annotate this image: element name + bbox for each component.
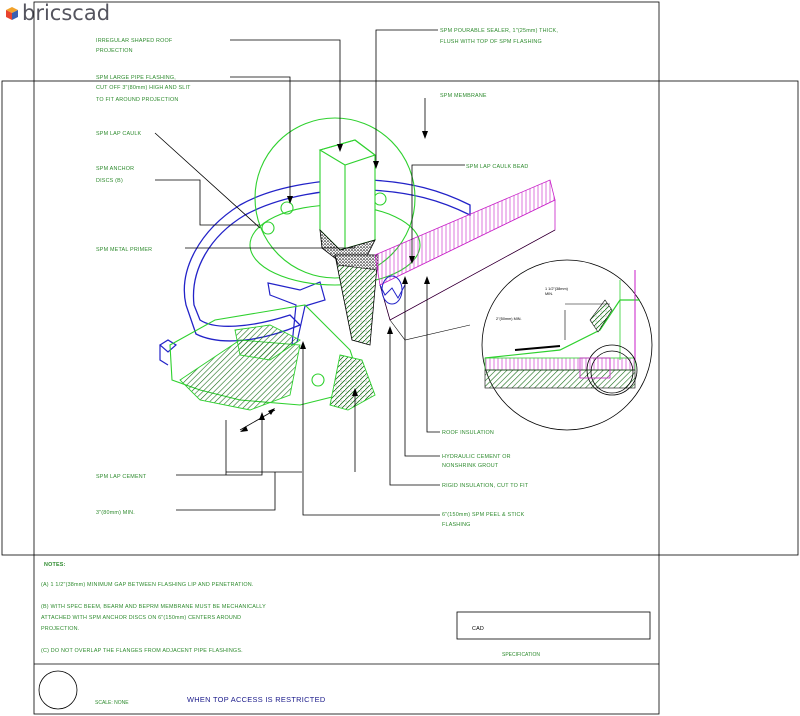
callout-c2-l1: SPM LARGE PIPE FLASHING,: [96, 75, 176, 81]
note-b-line-3: PROJECTION.: [41, 626, 79, 632]
note-b-line-1: (B) WITH SPEC BEEM, BEARM AND BEPRM MEMB…: [41, 604, 266, 610]
callout-c1-l2: PROJECTION: [96, 48, 133, 54]
callout-c13: RIGID INSULATION, CUT TO FIT: [442, 483, 529, 489]
specification-label: SPECIFICATION: [502, 652, 540, 658]
note-b-line-2: ATTACHED WITH SPM ANCHOR DISCS ON 6"(150…: [41, 615, 241, 621]
note-c: (C) DO NOT OVERLAP THE FLANGES FROM ADJA…: [41, 648, 243, 654]
bricscad-cube-icon: [6, 7, 18, 20]
callout-c10: SPM LAP CAULK BEAD: [466, 164, 529, 170]
callout-c9: SPM MEMBRANE: [440, 93, 487, 99]
callout-c5: SPM METAL PRIMER: [96, 247, 152, 253]
callout-c7: 3"(80mm) MIN.: [96, 510, 135, 516]
drawing-title: WHEN TOP ACCESS IS RESTRICTED: [187, 695, 325, 704]
callout-c1-l1: IRREGULAR SHAPED ROOF: [96, 38, 173, 44]
scale-label: SCALE: NONE: [95, 700, 129, 706]
callout-c14-l2: FLASHING: [442, 522, 471, 528]
callout-c4-l1: SPM ANCHOR: [96, 166, 134, 172]
title-block: SCALE: NONE WHEN TOP ACCESS IS RESTRICTE…: [38, 611, 651, 710]
flashing-detail-drawing: 1 1/2"(38mm) MIN. 2"(50mm) MIN. IRREGULA…: [96, 28, 653, 528]
detail-magnifier: 1 1/2"(38mm) MIN. 2"(50mm) MIN.: [481, 259, 653, 431]
drawing-canvas: bricscad SCALE: NONE WHEN TOP ACCESS IS …: [1, 1, 799, 715]
note-a: (A) 1 1/2"(38mm) MINIMUM GAP BETWEEN FLA…: [41, 582, 254, 588]
callout-c14-l1: 6"(150mm) SPM PEEL & STICK: [442, 512, 525, 518]
detail-dim-a-1: 1 1/2"(38mm): [545, 287, 569, 291]
callout-c2-l3: TO FIT AROUND PROJECTION: [96, 97, 178, 103]
callout-c12-l2: NONSHRINK GROUT: [442, 463, 499, 469]
callout-c8-l2: FLUSH WITH TOP OF SPM FLASHING: [440, 39, 542, 45]
cad-box: [456, 611, 651, 640]
cad-label: CAD: [472, 626, 484, 632]
notes-heading: NOTES:: [44, 562, 66, 568]
roof-projection: [319, 139, 376, 251]
brand-name: bricscad: [22, 1, 110, 25]
detail-dim-b: 2"(50mm) MIN.: [496, 317, 522, 321]
notes-section: NOTES: (A) 1 1/2"(38mm) MINIMUM GAP BETW…: [41, 562, 266, 654]
callout-c2-l2: CUT OFF 3"(80mm) HIGH AND SLIT: [96, 85, 191, 91]
callout-c8-l1: SPM POURABLE SEALER, 1"(25mm) THICK,: [440, 28, 558, 34]
callout-c11: ROOF INSULATION: [442, 430, 494, 436]
bricscad-logo: bricscad: [6, 1, 110, 25]
callout-c12-l1: HYDRAULIC CEMENT OR: [442, 454, 511, 460]
callout-c3: SPM LAP CAULK: [96, 131, 142, 137]
detail-dim-a-2: MIN.: [545, 292, 553, 296]
callout-c4-l2: DISCS (B): [96, 178, 123, 184]
detail-circle: [38, 670, 78, 710]
callout-c6: SPM LAP CEMENT: [96, 474, 147, 480]
